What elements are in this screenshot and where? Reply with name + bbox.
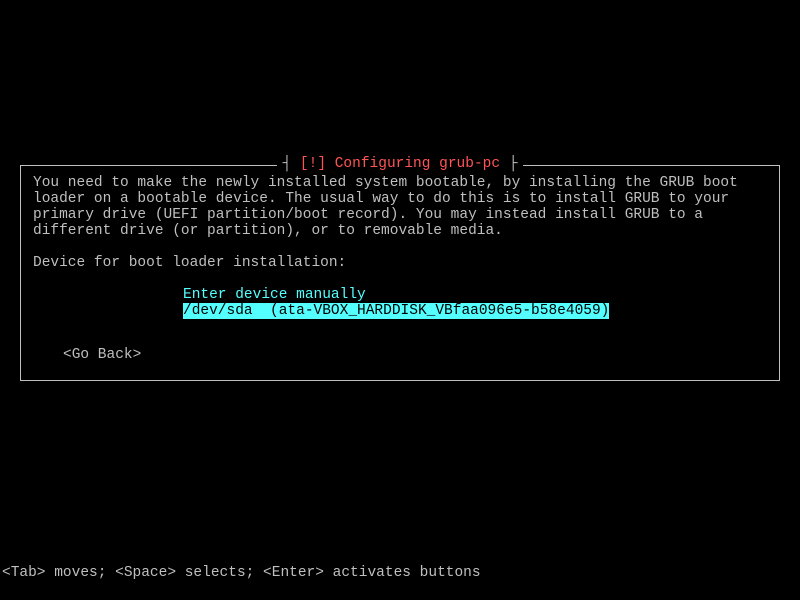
dialog-title-bar: ┤ [!] Configuring grub-pc ├ — [21, 157, 779, 173]
title-bracket-left: ┤ — [283, 156, 300, 172]
go-back-button[interactable]: <Go Back> — [63, 347, 141, 363]
dialog-prompt: Device for boot loader installation: — [33, 256, 767, 272]
grub-config-dialog: ┤ [!] Configuring grub-pc ├ You need to … — [20, 165, 780, 381]
option-dev-sda[interactable]: /dev/sda (ata-VBOX_HARDDISK_VBfaa096e5-b… — [183, 304, 767, 320]
title-bracket-right: ├ — [509, 156, 518, 172]
option-enter-manually[interactable]: Enter device manually — [183, 288, 767, 304]
option-enter-manually-label: Enter device manually — [183, 287, 366, 303]
option-dev-sda-label: /dev/sda (ata-VBOX_HARDDISK_VBfaa096e5-b… — [183, 303, 609, 319]
title-label: Configuring grub-pc — [326, 156, 509, 172]
device-options-list: Enter device manually /dev/sda (ata-VBOX… — [183, 288, 767, 320]
footer-help-text: <Tab> moves; <Space> selects; <Enter> ac… — [2, 566, 481, 582]
go-back-row: <Go Back> — [63, 348, 767, 364]
dialog-body-text: You need to make the newly installed sys… — [33, 176, 767, 240]
title-flag: [!] — [300, 156, 326, 172]
dialog-title: ┤ [!] Configuring grub-pc ├ — [277, 156, 524, 172]
